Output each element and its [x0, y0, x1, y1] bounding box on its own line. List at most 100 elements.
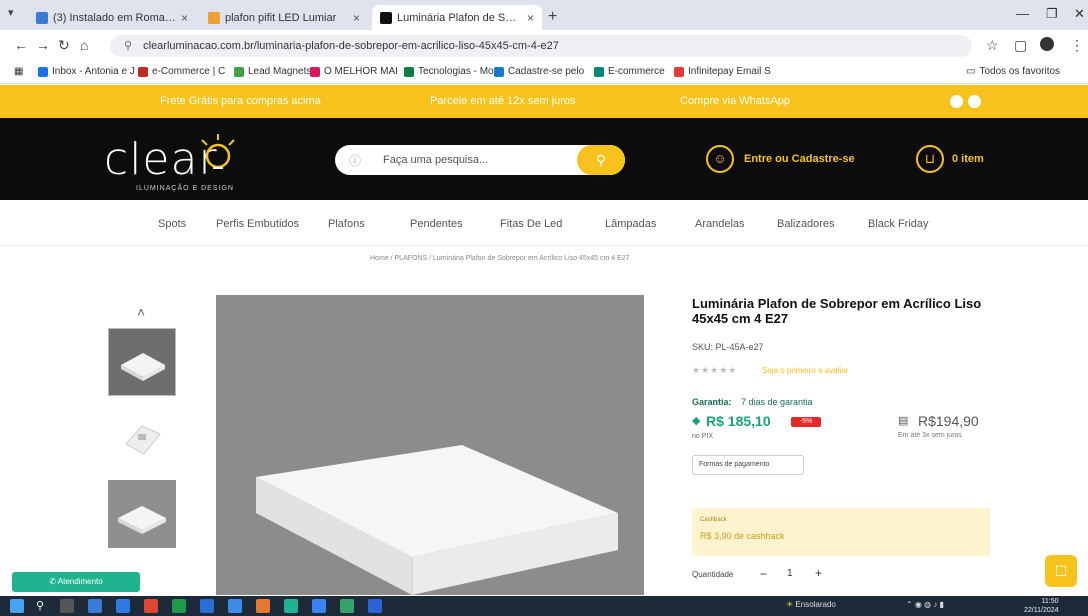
promo-shipping[interactable]: Frete Grátis para compras acima: [160, 95, 321, 107]
app-taskbar-icon[interactable]: [312, 599, 326, 613]
promo-prev-icon[interactable]: [950, 95, 963, 108]
app-taskbar-icon[interactable]: [88, 599, 102, 613]
tab-favicon-icon: [380, 11, 392, 24]
app-taskbar-icon[interactable]: [256, 599, 270, 613]
cashback-value: R$ 3,90 de cashback: [700, 531, 785, 541]
task-view-icon[interactable]: [60, 599, 74, 613]
nav-item[interactable]: Arandelas: [695, 218, 745, 230]
payment-forms-button[interactable]: Formas de pagamento: [692, 455, 804, 475]
browser-tab[interactable]: (3) Instalado em Roma Ron ×: [28, 5, 196, 30]
product-thumbnail[interactable]: [108, 480, 176, 548]
warranty-value: 7 dias de garantia: [741, 397, 813, 407]
app-taskbar-icon[interactable]: [172, 599, 186, 613]
browser-tab-active[interactable]: Luminária Plafon de Sobrepor ×: [372, 5, 542, 30]
app-taskbar-icon[interactable]: [284, 599, 298, 613]
bookmark-item[interactable]: Infinitepay Email S: [674, 66, 771, 77]
app-taskbar-icon[interactable]: [200, 599, 214, 613]
site-info-icon[interactable]: ⚲: [124, 40, 132, 52]
nav-item[interactable]: Fitas De Led: [500, 218, 562, 230]
bookmark-label: Lead Magnets: [248, 66, 312, 77]
nav-item[interactable]: Plafons: [328, 218, 365, 230]
rating-stars[interactable]: ★★★★★: [692, 365, 737, 376]
bookmark-label: Cadastre-se pelo: [508, 66, 585, 77]
bookmark-item[interactable]: E-commerce: [594, 66, 665, 77]
home-icon[interactable]: ⌂: [80, 37, 88, 53]
forward-icon[interactable]: →: [36, 37, 50, 53]
cart-icon[interactable]: ⊔: [916, 145, 944, 173]
search-box[interactable]: ⓘ Faça uma pesquisa... ⚲: [335, 145, 625, 175]
taskbar-clock[interactable]: 11:50 22/11/2024: [1024, 597, 1059, 615]
bookmark-item[interactable]: O MELHOR MAI: [310, 66, 398, 77]
apps-icon[interactable]: ▦: [14, 66, 23, 77]
site-header: clear ILUMINAÇÃO E DESIGN ⓘ Faça uma pes…: [0, 118, 1088, 200]
bookmark-favicon-icon: [138, 66, 148, 77]
whatsapp-chat-button[interactable]: ✆ Atendimento: [12, 572, 140, 592]
nav-item[interactable]: Spots: [158, 218, 186, 230]
new-tab-button[interactable]: +: [548, 8, 557, 26]
extensions-icon[interactable]: ▢: [1014, 37, 1027, 54]
breadcrumb[interactable]: Home / PLAFONS / Luminária Plafon de Sob…: [370, 255, 630, 262]
close-window-icon[interactable]: ✕: [1074, 6, 1085, 22]
bookmark-item[interactable]: Inbox - Antonia e J: [38, 66, 135, 77]
bookmark-favicon-icon: [38, 66, 48, 77]
promo-installments[interactable]: Parcele em até 12x sem juros: [430, 95, 576, 107]
weather-widget[interactable]: ☀ Ensolarado: [786, 600, 836, 609]
account-link[interactable]: Entre ou Cadastre-se: [744, 153, 855, 165]
product-main-image[interactable]: [216, 295, 644, 595]
bookmarks-bar: ▦ Inbox - Antonia e J e-Commerce | C Lea…: [0, 62, 1088, 84]
discount-badge: -5%: [791, 417, 821, 427]
tab-list-icon[interactable]: ▾: [8, 6, 14, 19]
pix-icon: ◆: [692, 415, 701, 427]
cart-link[interactable]: 0 item: [952, 153, 984, 165]
app-taskbar-icon[interactable]: [228, 599, 242, 613]
warranty-label: Garantia:: [692, 397, 732, 407]
nav-item[interactable]: Pendentes: [410, 218, 463, 230]
card-price: R$194,90: [918, 413, 979, 429]
product-thumbnail[interactable]: [108, 328, 176, 396]
nav-item[interactable]: Perfis Embutidos: [216, 218, 299, 230]
floating-chat-button[interactable]: ☐: [1045, 555, 1077, 587]
app-taskbar-icon[interactable]: [340, 599, 354, 613]
url-bar[interactable]: ⚲ clearluminacao.com.br/luminaria-plafon…: [110, 35, 972, 57]
user-icon[interactable]: ☺: [706, 145, 734, 173]
quantity-input[interactable]: 1: [787, 568, 793, 579]
all-bookmarks-button[interactable]: ▭ Todos os favoritos: [966, 66, 1060, 77]
nav-item[interactable]: Balizadores: [777, 218, 834, 230]
promo-next-icon[interactable]: [968, 95, 981, 108]
app-taskbar-icon[interactable]: [144, 599, 158, 613]
bookmark-star-icon[interactable]: ☆: [986, 37, 999, 54]
weather-label: Ensolarado: [795, 600, 836, 609]
browser-tab[interactable]: plafon pifit LED Lumiar ×: [200, 5, 368, 30]
system-tray[interactable]: ⌃ ◉ ◍ ♪ ▮: [906, 600, 944, 609]
profile-avatar[interactable]: [1040, 37, 1054, 51]
quantity-decrease-button[interactable]: −: [760, 567, 767, 581]
chevron-up-icon[interactable]: ˄: [137, 304, 145, 320]
back-icon[interactable]: ←: [14, 37, 28, 53]
app-taskbar-icon[interactable]: [116, 599, 130, 613]
search-taskbar-icon[interactable]: ⚲: [36, 599, 50, 613]
pix-price: R$ 185,10: [706, 413, 771, 429]
maximize-icon[interactable]: ❐: [1046, 6, 1058, 22]
tab-title: (3) Instalado em Roma Ron: [53, 11, 176, 24]
search-button[interactable]: ⚲: [577, 145, 625, 175]
reload-icon[interactable]: ↻: [58, 37, 70, 54]
reviews-link[interactable]: Seja o primeiro a avaliar: [762, 366, 848, 375]
quantity-increase-button[interactable]: +: [815, 566, 822, 580]
close-tab-icon[interactable]: ×: [181, 11, 188, 25]
product-thumbnail[interactable]: [108, 404, 176, 472]
windows-start-icon[interactable]: [10, 599, 24, 613]
nav-item[interactable]: Lâmpadas: [605, 218, 656, 230]
bookmark-item[interactable]: Lead Magnets: [234, 66, 311, 77]
close-tab-icon[interactable]: ×: [353, 11, 360, 25]
app-taskbar-icon[interactable]: [368, 599, 382, 613]
bookmark-item[interactable]: Tecnologias - Mo: [404, 66, 494, 77]
nav-item[interactable]: Black Friday: [868, 218, 929, 230]
close-tab-icon[interactable]: ×: [527, 11, 534, 25]
minimize-icon[interactable]: —: [1016, 6, 1029, 21]
promo-whatsapp[interactable]: Compre via WhatsApp: [680, 95, 790, 107]
bookmark-item[interactable]: e-Commerce | C: [138, 66, 225, 77]
bookmark-item[interactable]: Cadastre-se pelo: [494, 66, 584, 77]
bookmark-favicon-icon: [234, 66, 244, 77]
search-input[interactable]: Faça uma pesquisa...: [383, 154, 488, 166]
menu-icon[interactable]: ⋮: [1070, 37, 1084, 54]
